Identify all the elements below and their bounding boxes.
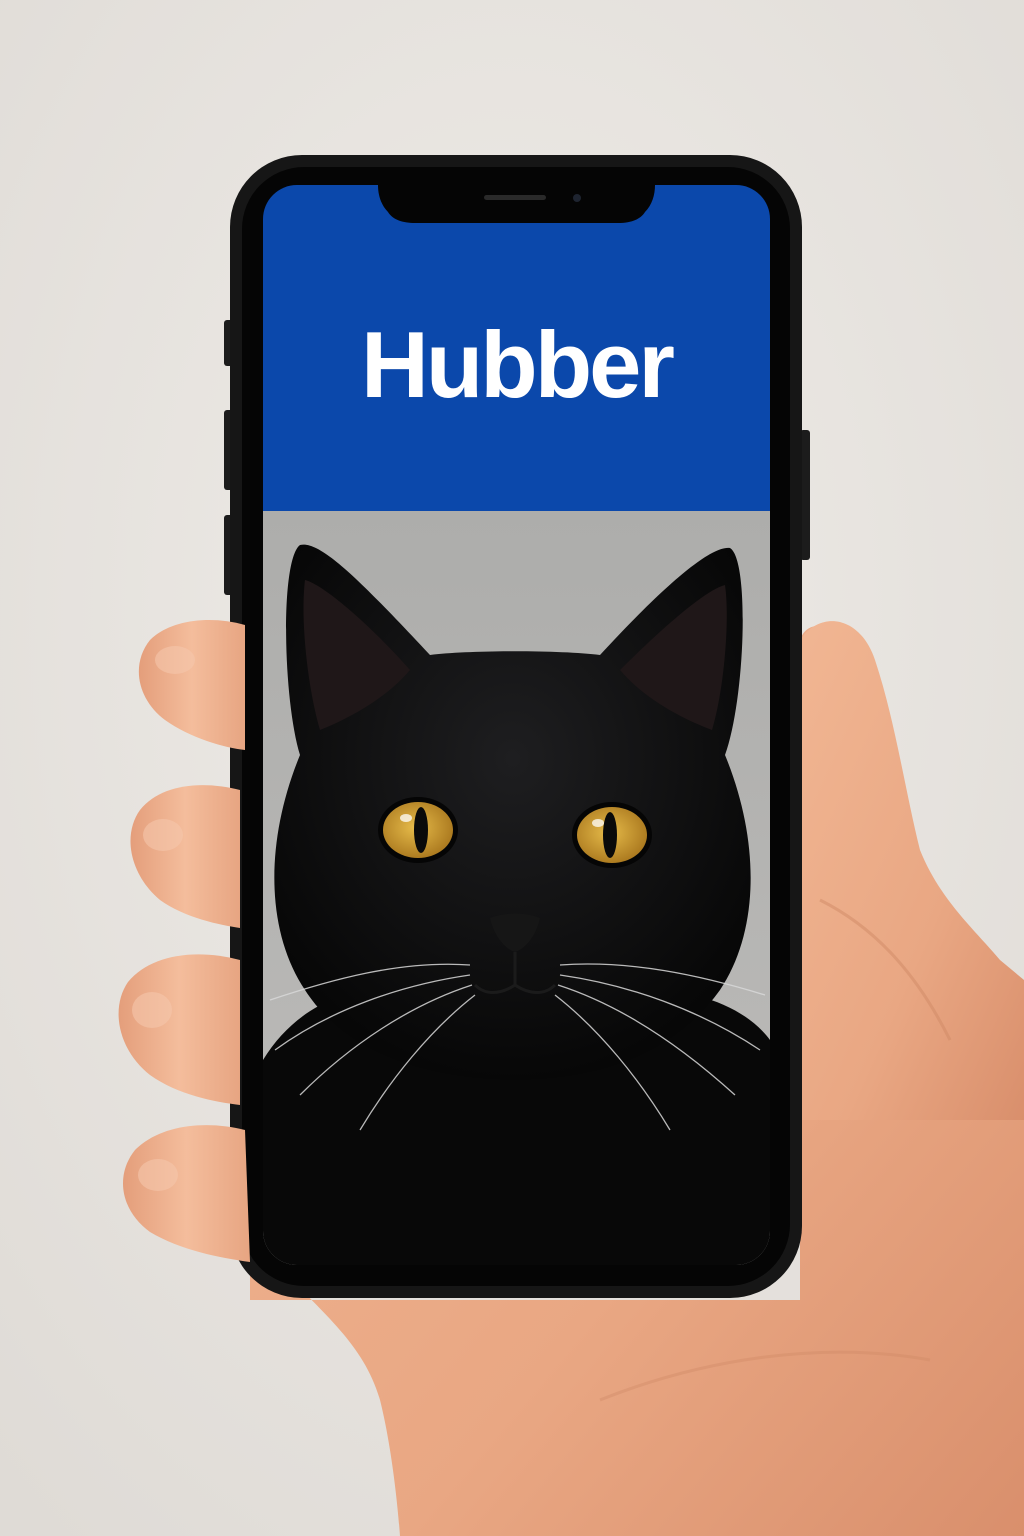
fingernail	[143, 819, 183, 851]
app-header: Hubber	[263, 185, 770, 511]
fingernail	[132, 992, 172, 1028]
fingernail	[138, 1159, 178, 1191]
fingernail	[155, 646, 195, 674]
cat-photo	[263, 544, 770, 1265]
app-title: Hubber	[361, 312, 675, 417]
cat-eye-left	[378, 797, 458, 863]
cat-eye-right	[572, 802, 652, 868]
